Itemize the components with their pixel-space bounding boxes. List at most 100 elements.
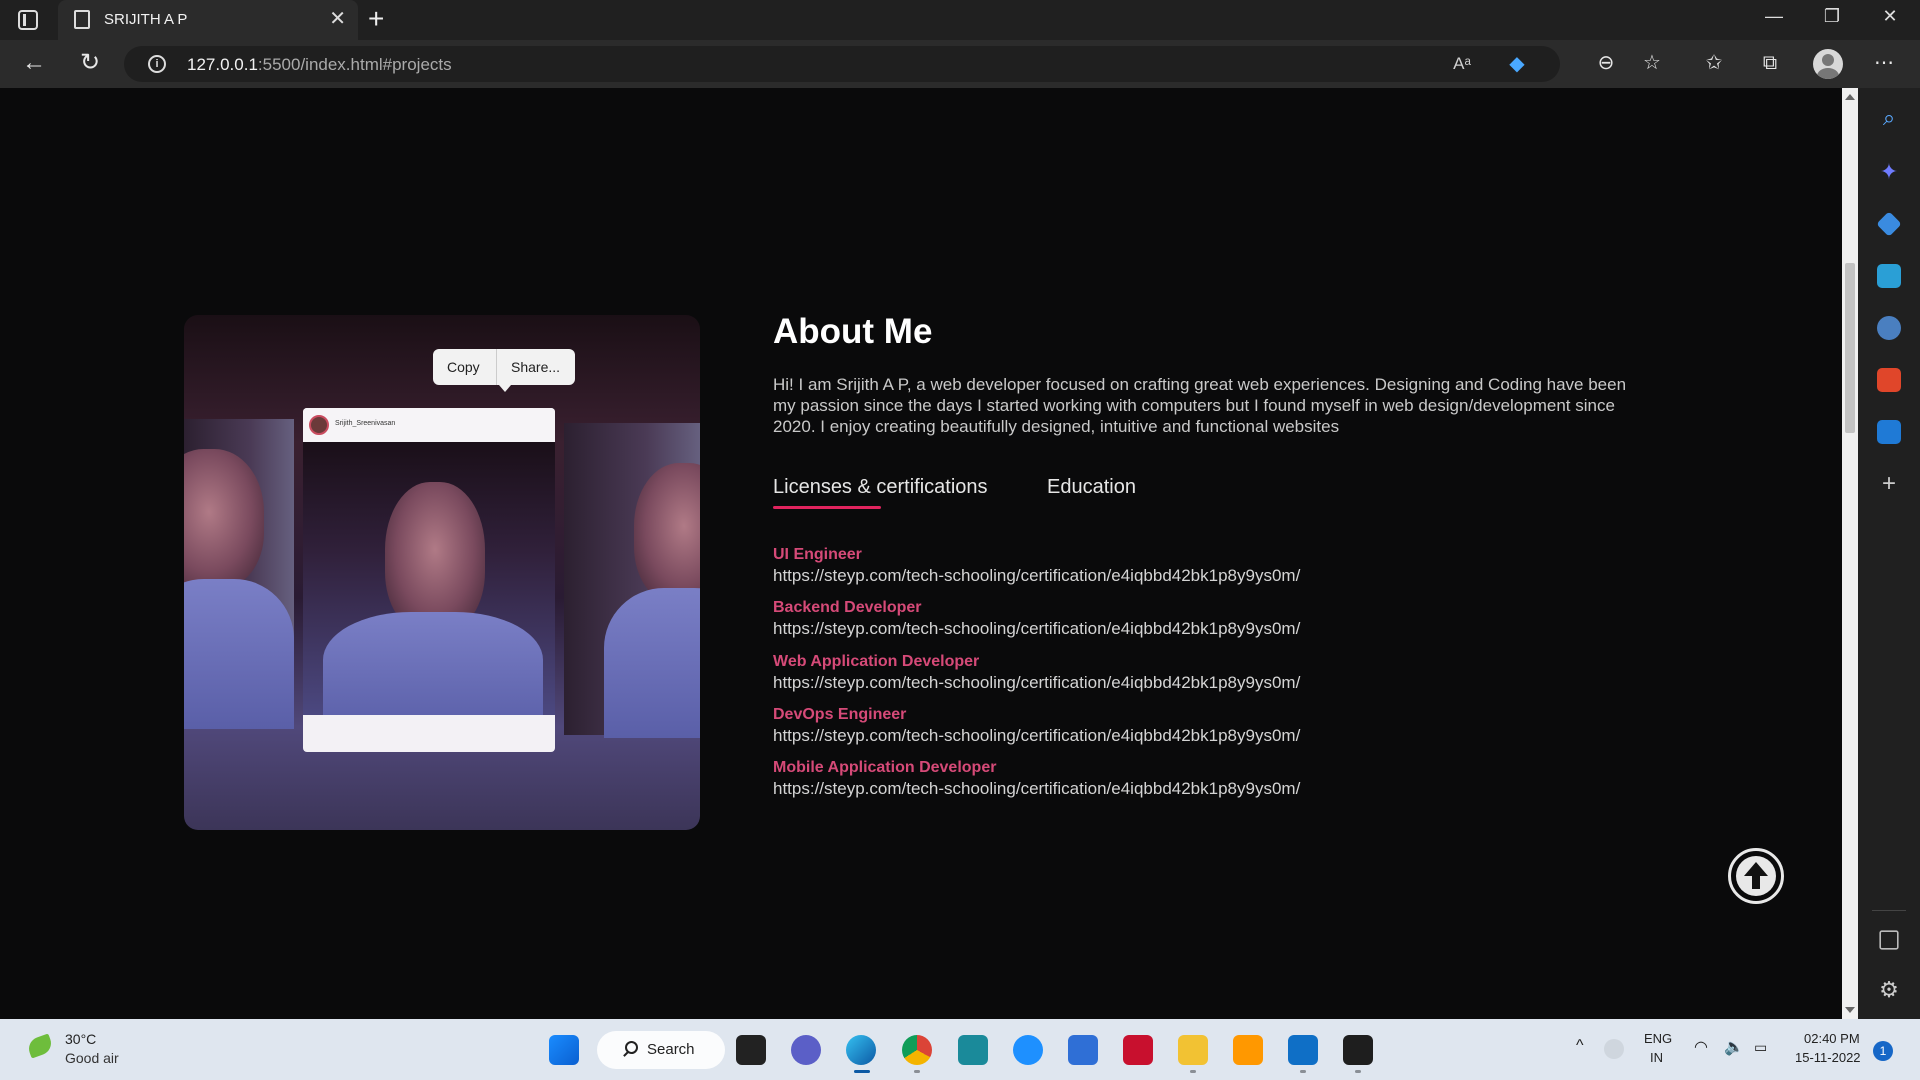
search-icon (625, 1041, 638, 1054)
notification-badge[interactable]: 1 (1873, 1041, 1893, 1061)
read-aloud-icon[interactable]: Aᵃ (1449, 53, 1475, 75)
scroll-thumb[interactable] (1845, 263, 1855, 433)
terminal-running-indicator (1355, 1070, 1361, 1073)
instagram-post: Srijith_Sreenivasan (303, 408, 555, 752)
vscode-running-indicator (1300, 1070, 1306, 1073)
profile-avatar[interactable] (1813, 49, 1843, 79)
hide-sidebar-icon[interactable] (1879, 930, 1899, 950)
gear-icon[interactable]: ⚙ (1877, 978, 1901, 1002)
favorites-icon[interactable]: ✩ (1698, 48, 1730, 78)
clock-date[interactable]: 15-11-2022 (1795, 1050, 1861, 1065)
cert-item: Backend Developer https://steyp.com/tech… (773, 598, 1300, 639)
terminal-icon[interactable] (1343, 1035, 1373, 1065)
back-icon[interactable]: ← (18, 48, 50, 78)
games-icon[interactable] (1877, 316, 1901, 340)
cert-link[interactable]: https://steyp.com/tech-schooling/certifi… (773, 565, 1300, 586)
new-tab-icon[interactable]: + (368, 4, 384, 34)
onedrive-icon[interactable] (1604, 1039, 1624, 1059)
cert-link[interactable]: https://steyp.com/tech-schooling/certifi… (773, 672, 1300, 693)
search-icon[interactable]: ⌕ (1877, 106, 1901, 130)
cert-title: Mobile Application Developer (773, 759, 997, 776)
start-icon[interactable] (549, 1035, 579, 1065)
vscode-icon[interactable] (1288, 1035, 1318, 1065)
file-explorer-icon[interactable] (1178, 1035, 1208, 1065)
about-description: Hi! I am Srijith A P, a web developer fo… (773, 375, 1627, 436)
post-username: Srijith_Sreenivasan (335, 420, 396, 427)
office-icon[interactable] (1877, 368, 1901, 392)
url-text: 127.0.0.1:5500/index.html#projects (187, 55, 452, 74)
zoom-out-icon[interactable]: ⊖ (1590, 48, 1622, 78)
chrome-icon[interactable] (902, 1035, 932, 1065)
about-title: About Me (773, 312, 933, 351)
sublime-icon[interactable] (1233, 1035, 1263, 1065)
scroll-to-top-button[interactable] (1728, 848, 1784, 904)
browser-toolbar: ← ↻ i 127.0.0.1:5500/index.html#projects… (0, 40, 1920, 88)
right-photo (564, 423, 700, 738)
tools-icon[interactable] (1877, 264, 1901, 288)
windows-taskbar: 30°C Good air Search ^ ENG IN ◠ 🔈 ▭ 02:4… (0, 1019, 1920, 1080)
restore-icon[interactable]: ❐ (1820, 6, 1844, 27)
profile-photo-card: Srijith_Sreenivasan Copy Share... (184, 315, 700, 830)
skype-icon[interactable] (1013, 1035, 1043, 1065)
post-photo (303, 442, 555, 715)
collections-icon[interactable]: ⧉ (1754, 48, 1786, 78)
chevron-up-icon[interactable]: ^ (1576, 1037, 1584, 1055)
arrow-up-icon (1736, 856, 1776, 896)
outlook-icon[interactable] (1877, 420, 1901, 444)
shopping-tag-icon[interactable]: ◆ (1504, 53, 1530, 75)
info-icon[interactable]: i (148, 55, 166, 73)
mcafee-icon[interactable] (1123, 1035, 1153, 1065)
clock-time[interactable]: 02:40 PM (1804, 1031, 1860, 1046)
copy-button[interactable]: Copy (447, 359, 480, 375)
add-favorite-icon[interactable]: ☆ (1636, 48, 1668, 78)
cert-link[interactable]: https://steyp.com/tech-schooling/certifi… (773, 618, 1300, 639)
browser-tab[interactable]: SRIJITH A P ✕ (58, 0, 358, 40)
cert-link[interactable]: https://steyp.com/tech-schooling/certifi… (773, 725, 1300, 746)
page-icon (74, 10, 90, 29)
active-tab-indicator (773, 506, 881, 509)
tab-licenses[interactable]: Licenses & certifications (773, 476, 988, 499)
language-region[interactable]: IN (1650, 1050, 1663, 1065)
discover-icon[interactable]: ✦ (1877, 160, 1901, 184)
battery-icon[interactable]: ▭ (1754, 1039, 1767, 1056)
more-options-icon[interactable]: ⋯ (1868, 48, 1900, 78)
cert-item: Mobile Application Developer https://ste… (773, 758, 1300, 799)
edge-icon[interactable] (846, 1035, 876, 1065)
left-photo (184, 419, 294, 729)
edge-running-indicator (854, 1070, 870, 1073)
sidebar-divider (1872, 910, 1906, 911)
address-bar[interactable]: i 127.0.0.1:5500/index.html#projects ◆ A… (124, 46, 1560, 82)
cert-item: UI Engineer https://steyp.com/tech-schoo… (773, 545, 1300, 586)
volume-icon[interactable]: 🔈 (1724, 1037, 1744, 1057)
minimize-icon[interactable]: — (1762, 6, 1786, 27)
cert-title: DevOps Engineer (773, 706, 907, 723)
share-button[interactable]: Share... (511, 359, 560, 375)
close-tab-icon[interactable]: ✕ (329, 7, 346, 31)
task-view-icon[interactable] (736, 1035, 766, 1065)
cert-title: Backend Developer (773, 599, 922, 616)
taskbar-search[interactable]: Search (597, 1031, 725, 1069)
tab-education[interactable]: Education (1047, 476, 1136, 499)
shopping-icon[interactable] (1876, 211, 1902, 237)
store-icon[interactable] (1068, 1035, 1098, 1065)
scroll-down-icon[interactable] (1845, 1007, 1855, 1013)
app-icon[interactable] (958, 1035, 988, 1065)
tab-actions-icon[interactable] (18, 10, 38, 30)
close-window-icon[interactable]: ✕ (1878, 6, 1902, 27)
refresh-icon[interactable]: ↻ (74, 48, 106, 78)
wifi-icon[interactable]: ◠ (1694, 1037, 1708, 1057)
cert-link[interactable]: https://steyp.com/tech-schooling/certifi… (773, 778, 1300, 799)
language-code[interactable]: ENG (1644, 1031, 1672, 1046)
add-icon[interactable]: + (1877, 472, 1901, 496)
weather-description[interactable]: Good air (65, 1050, 119, 1066)
teams-chat-icon[interactable] (791, 1035, 821, 1065)
weather-icon[interactable] (25, 1033, 55, 1059)
cert-item: DevOps Engineer https://steyp.com/tech-s… (773, 705, 1300, 746)
chrome-running-indicator (914, 1070, 920, 1073)
copy-share-popup: Copy Share... (433, 349, 575, 392)
page-scrollbar[interactable] (1842, 88, 1858, 1019)
scroll-up-icon[interactable] (1845, 94, 1855, 100)
weather-temperature[interactable]: 30°C (65, 1031, 96, 1047)
popup-divider (496, 349, 497, 385)
tab-title: SRIJITH A P (104, 11, 188, 28)
